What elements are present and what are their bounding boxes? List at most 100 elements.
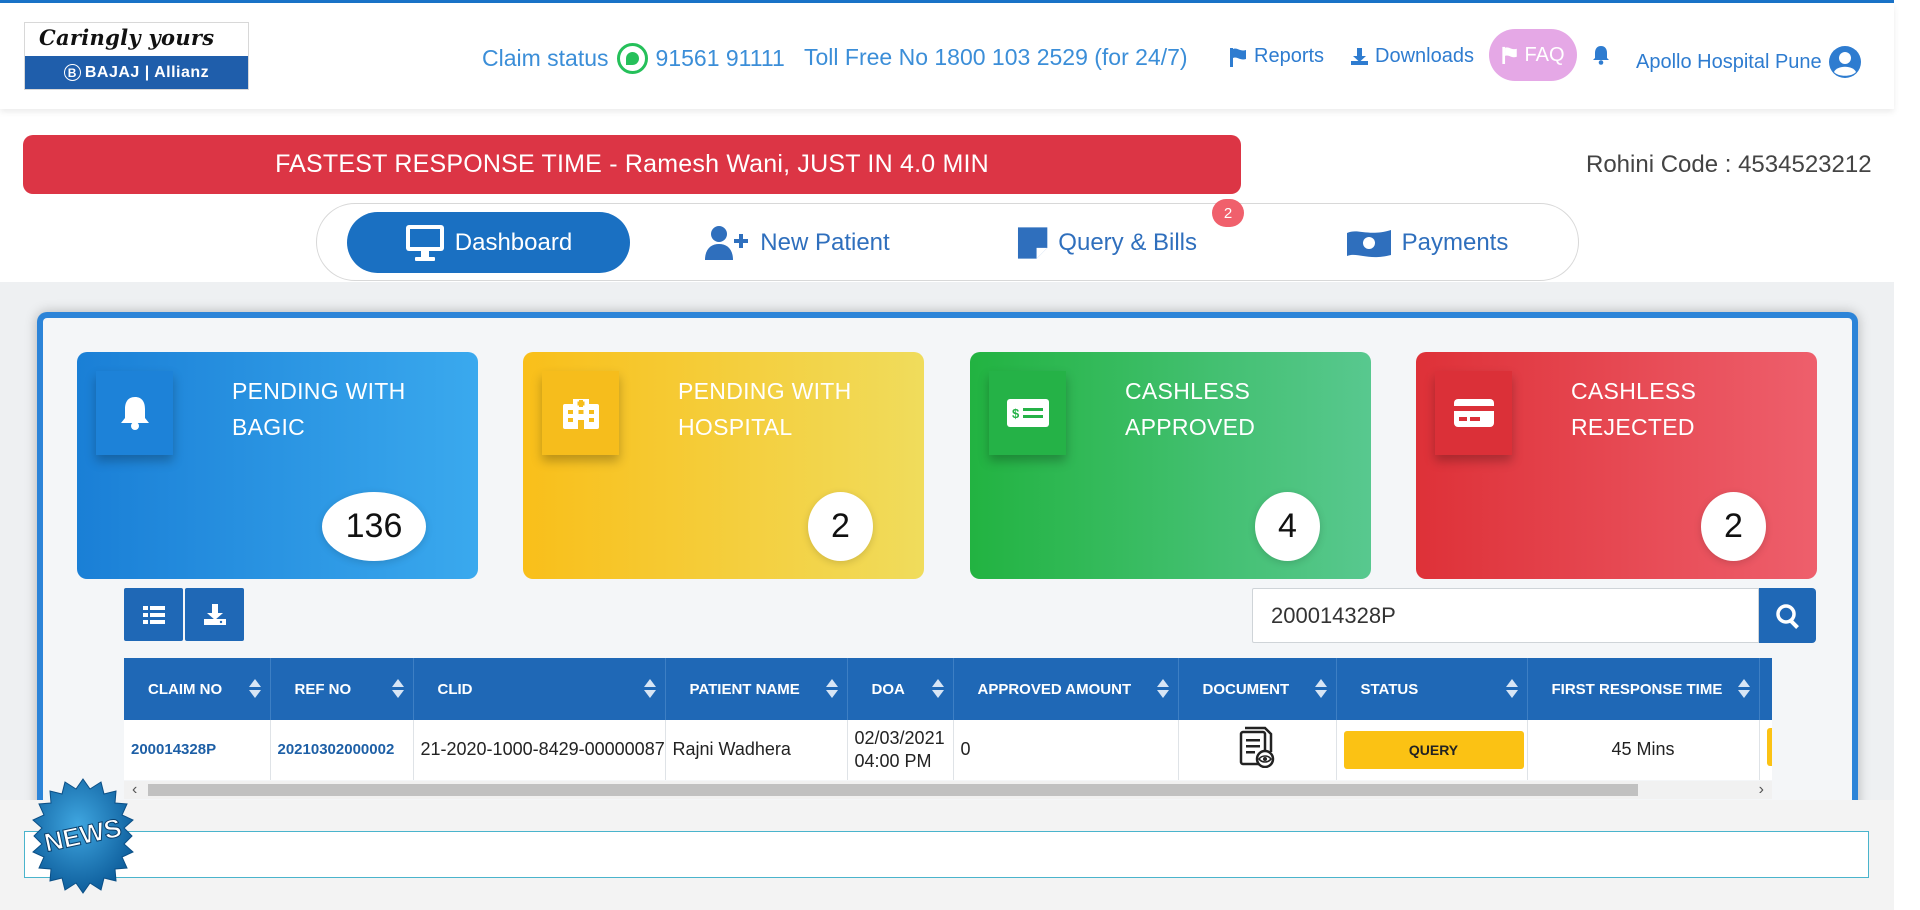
card-icon-box xyxy=(1435,371,1512,455)
whatsapp-icon xyxy=(616,43,648,74)
card-title: CASHLESS APPROVED xyxy=(1125,378,1256,440)
tab-payments-label: Payments xyxy=(1401,228,1509,256)
overflow-action-stub[interactable] xyxy=(1766,728,1772,767)
card-pending-with-hospital[interactable]: PENDING WITH HOSPITAL 2 xyxy=(523,352,924,579)
top-header: Caringly yours B BAJAJ | Allianz Claim s… xyxy=(0,3,1894,109)
card-count[interactable]: 4 xyxy=(1255,492,1320,561)
card-count[interactable]: 2 xyxy=(1701,492,1766,561)
flag-icon xyxy=(1502,46,1518,64)
table-header-row: CLAIM NO REF NO CLID PATIENT NAME DOA AP… xyxy=(124,658,1772,720)
column-header[interactable]: PATIENT NAME xyxy=(665,658,848,720)
tab-dashboard[interactable]: Dashboard xyxy=(347,212,630,273)
card-count[interactable]: 136 xyxy=(322,492,426,561)
doa-time: 04:00 PM xyxy=(854,750,932,771)
user-plus-icon xyxy=(705,225,749,260)
tab-new-patient[interactable]: New Patient xyxy=(697,212,897,273)
patient-name-cell: Rajni Wadhera xyxy=(665,720,848,780)
claim-search-input[interactable] xyxy=(1252,588,1759,643)
card-icon-box: $ xyxy=(989,371,1066,455)
column-header[interactable]: DOA xyxy=(847,658,954,720)
ref-no-cell[interactable]: 20210302000002 xyxy=(270,720,414,780)
card-icon-box xyxy=(542,371,619,455)
claim-status-number[interactable]: 91561 91111 xyxy=(656,45,785,72)
user-circle-icon xyxy=(1828,46,1861,78)
search-icon xyxy=(1775,603,1799,629)
column-header[interactable]: STATUS xyxy=(1336,658,1528,720)
hospital-icon xyxy=(562,399,599,429)
downloads-label: Downloads xyxy=(1375,45,1474,67)
reports-label: Reports xyxy=(1254,45,1325,67)
download-button[interactable] xyxy=(185,588,244,641)
sort-icon xyxy=(248,679,261,698)
card-icon-box xyxy=(96,371,173,455)
claim-no-cell[interactable]: 200014328P xyxy=(124,720,271,780)
card-cashless-approved[interactable]: $ CASHLESS APPROVED 4 xyxy=(970,352,1371,579)
logo-mark: B xyxy=(63,64,81,81)
claims-table: CLAIM NO REF NO CLID PATIENT NAME DOA AP… xyxy=(124,658,1772,780)
list-view-button[interactable] xyxy=(124,588,183,641)
card-pending-with-bagic[interactable]: PENDING WITH BAGIC 136 xyxy=(77,352,478,579)
tab-payments[interactable]: Payments xyxy=(1332,212,1522,273)
money-bill-icon xyxy=(1346,229,1391,257)
fastest-response-banner: FASTEST RESPONSE TIME - Ramesh Wani, JUS… xyxy=(23,135,1241,194)
faq-label: FAQ xyxy=(1524,43,1565,66)
tollfree-number: Toll Free No 1800 103 2529 (for 24/7) xyxy=(804,44,1188,70)
claim-status-label: Claim status xyxy=(482,45,609,71)
doa-date: 02/03/2021 xyxy=(854,727,945,748)
overflow-cell xyxy=(1759,720,1772,780)
column-header[interactable]: CLAIM NO xyxy=(124,658,271,720)
doa-cell: 02/03/2021 04:00 PM xyxy=(847,720,954,780)
table-toolbar xyxy=(124,588,244,641)
flag-icon xyxy=(1230,47,1246,67)
clid-cell: 21-2020-1000-8429-00000087 xyxy=(413,720,666,780)
scrollbar-thumb[interactable] xyxy=(148,784,1638,796)
document-view-icon[interactable] xyxy=(1239,726,1275,769)
sort-icon xyxy=(391,679,404,698)
bell-icon xyxy=(1593,46,1609,65)
user-menu[interactable]: Apollo Hospital Pune xyxy=(1636,45,1862,79)
tab-dashboard-label: Dashboard xyxy=(454,228,573,256)
column-header[interactable]: REF NO xyxy=(270,658,414,720)
first-response-cell: 45 Mins xyxy=(1527,720,1760,780)
logo-tagline: Caringly yours xyxy=(39,25,215,50)
card-title: CASHLESS REJECTED xyxy=(1571,378,1697,440)
monitor-icon xyxy=(405,224,444,261)
sort-icon xyxy=(643,679,656,698)
news-ticker xyxy=(24,831,1869,878)
document-cell xyxy=(1178,720,1337,780)
card-cashless-rejected[interactable]: CASHLESS REJECTED 2 xyxy=(1416,352,1817,579)
column-header[interactable]: CLID xyxy=(413,658,666,720)
news-badge: NEWS xyxy=(32,778,134,894)
bajaj-allianz-logo[interactable]: Caringly yours B BAJAJ | Allianz xyxy=(24,22,249,90)
column-header[interactable]: APPROVED AMOUNT xyxy=(953,658,1179,720)
sort-icon xyxy=(1156,679,1169,698)
claims-table-container: CLAIM NO REF NO CLID PATIENT NAME DOA AP… xyxy=(124,658,1772,780)
main-tabs: Dashboard New Patient Query & Bills 2 Pa… xyxy=(316,199,1579,281)
sort-icon xyxy=(825,679,838,698)
credit-card-icon xyxy=(1453,399,1494,427)
tab-query-bills-label: Query & Bills xyxy=(1058,228,1197,256)
money-check-icon: $ xyxy=(1006,399,1049,427)
bell-icon xyxy=(120,397,149,430)
column-header[interactable]: DOCUMENT xyxy=(1178,658,1337,720)
table-horizontal-scrollbar[interactable]: ‹ › xyxy=(124,781,1772,799)
table-row[interactable]: 200014328P 20210302000002 21-2020-1000-8… xyxy=(124,720,1772,780)
sort-icon xyxy=(931,679,944,698)
search-button[interactable] xyxy=(1759,588,1816,643)
notifications-bell[interactable] xyxy=(1592,45,1610,70)
reports-link[interactable]: Reports xyxy=(1229,45,1324,68)
status-cell: QUERY xyxy=(1336,720,1528,780)
tab-query-bills[interactable]: Query & Bills xyxy=(1017,212,1197,273)
download-icon xyxy=(203,603,226,625)
status-badge[interactable]: QUERY xyxy=(1343,730,1524,769)
scroll-right-icon[interactable]: › xyxy=(1759,781,1764,799)
approved-amount-cell: 0 xyxy=(953,720,1179,780)
faq-button[interactable]: FAQ xyxy=(1489,29,1577,81)
sort-icon xyxy=(1737,679,1750,698)
tab-new-patient-label: New Patient xyxy=(760,228,890,256)
logo-brand: BAJAJ | Allianz xyxy=(84,63,210,81)
sort-icon xyxy=(1505,679,1518,698)
column-header[interactable]: FIRST RESPONSE TIME xyxy=(1527,658,1760,720)
downloads-link[interactable]: Downloads xyxy=(1350,45,1474,68)
card-count[interactable]: 2 xyxy=(808,492,873,561)
